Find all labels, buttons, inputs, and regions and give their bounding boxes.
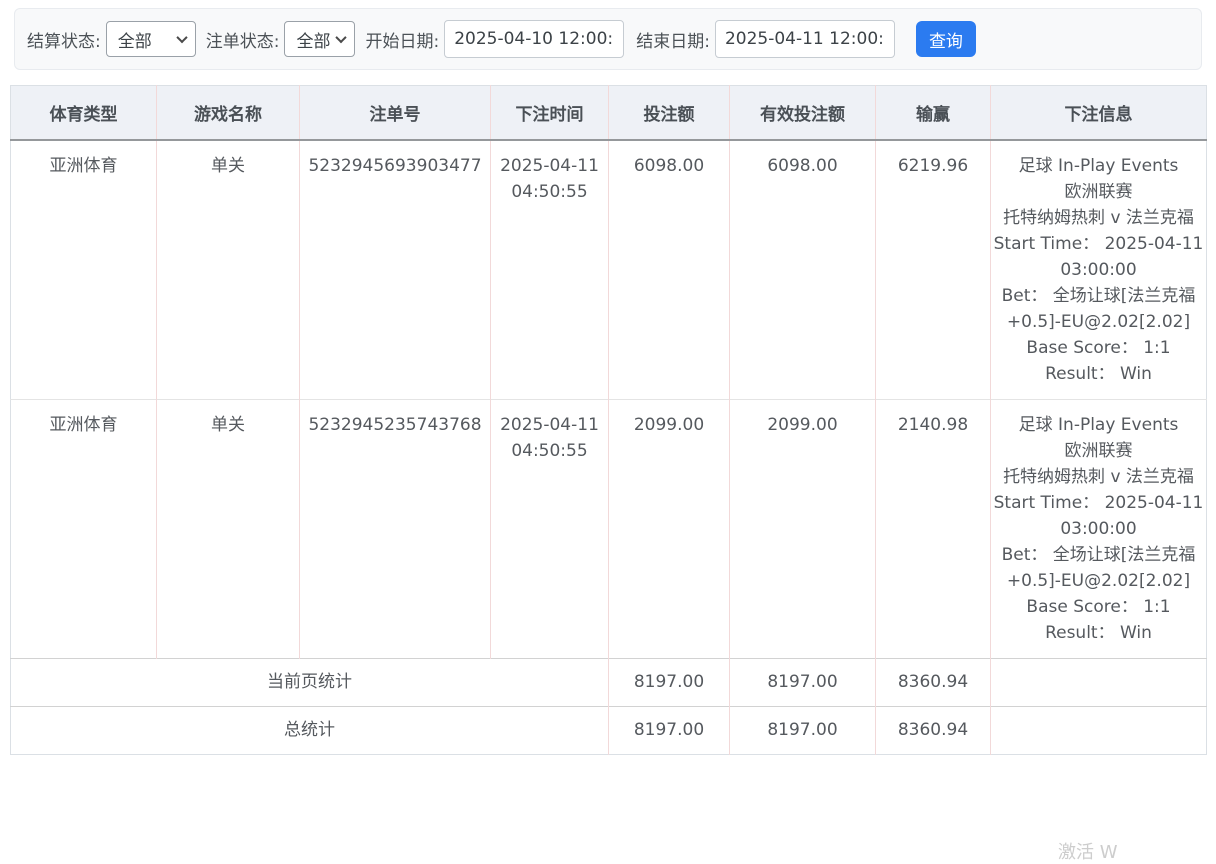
table-row: 亚洲体育 单关 5232945693903477 2025-04-11 04:5… (11, 140, 1207, 400)
column-header-bet-info: 下注信息 (991, 86, 1207, 140)
total-summary-row: 总统计 8197.00 8197.00 8360.94 (11, 706, 1207, 754)
cell-valid-bet-amount: 6098.00 (730, 140, 876, 400)
page-summary-valid-bet-amount: 8197.00 (730, 658, 876, 706)
cell-valid-bet-amount: 2099.00 (730, 399, 876, 658)
column-header-win-loss: 输赢 (876, 86, 991, 140)
bet-records-table: 体育类型 游戏名称 注单号 下注时间 投注额 有效投注额 输赢 下注信息 亚洲体… (10, 85, 1207, 755)
column-header-sport-type: 体育类型 (11, 86, 157, 140)
column-header-game-name: 游戏名称 (157, 86, 300, 140)
column-header-bet-amount: 投注额 (609, 86, 730, 140)
settlement-status-select[interactable]: 全部 (106, 21, 196, 57)
end-date-label: 结束日期: (636, 27, 710, 52)
page-summary-win-loss: 8360.94 (876, 658, 991, 706)
filter-bar: 结算状态: 全部 注单状态: 全部 开始日期: 结束日期: 查询 (14, 8, 1202, 70)
cell-sport-type: 亚洲体育 (11, 140, 157, 400)
cell-bet-info: 足球 In-Play Events 欧洲联赛 托特纳姆热刺 v 法兰克福 Sta… (991, 399, 1207, 658)
order-status-select[interactable]: 全部 (284, 21, 355, 57)
cell-bet-amount: 2099.00 (609, 399, 730, 658)
start-date-input[interactable] (444, 20, 624, 58)
settlement-status-value: 全部 (118, 27, 152, 52)
total-summary-win-loss: 8360.94 (876, 706, 991, 754)
cell-bet-amount: 6098.00 (609, 140, 730, 400)
cell-bet-id: 5232945693903477 (300, 140, 491, 400)
cell-bet-id: 5232945235743768 (300, 399, 491, 658)
cell-win-loss: 6219.96 (876, 140, 991, 400)
chevron-down-icon (176, 32, 187, 43)
cell-bet-info: 足球 In-Play Events 欧洲联赛 托特纳姆热刺 v 法兰克福 Sta… (991, 140, 1207, 400)
cell-bet-time: 2025-04-11 04:50:55 (491, 140, 609, 400)
cell-sport-type: 亚洲体育 (11, 399, 157, 658)
cell-win-loss: 2140.98 (876, 399, 991, 658)
page-summary-empty-cell (991, 658, 1207, 706)
page-summary-bet-amount: 8197.00 (609, 658, 730, 706)
column-header-bet-time: 下注时间 (491, 86, 609, 140)
total-summary-bet-amount: 8197.00 (609, 706, 730, 754)
start-date-label: 开始日期: (365, 27, 439, 52)
order-status-label: 注单状态: (206, 27, 280, 52)
total-summary-label: 总统计 (11, 706, 609, 754)
activate-windows-watermark: 激活 W (1058, 838, 1118, 864)
page-summary-row: 当前页统计 8197.00 8197.00 8360.94 (11, 658, 1207, 706)
table-row: 亚洲体育 单关 5232945235743768 2025-04-11 04:5… (11, 399, 1207, 658)
column-header-bet-id: 注单号 (300, 86, 491, 140)
settlement-status-label: 结算状态: (27, 27, 101, 52)
page-summary-label: 当前页统计 (11, 658, 609, 706)
cell-bet-time: 2025-04-11 04:50:55 (491, 399, 609, 658)
end-date-input[interactable] (715, 20, 895, 58)
table-header-row: 体育类型 游戏名称 注单号 下注时间 投注额 有效投注额 输赢 下注信息 (11, 86, 1207, 140)
query-button[interactable]: 查询 (916, 21, 976, 57)
chevron-down-icon (336, 32, 347, 43)
total-summary-empty-cell (991, 706, 1207, 754)
order-status-value: 全部 (296, 27, 330, 52)
cell-game-name: 单关 (157, 140, 300, 400)
cell-game-name: 单关 (157, 399, 300, 658)
column-header-valid-bet-amount: 有效投注额 (730, 86, 876, 140)
total-summary-valid-bet-amount: 8197.00 (730, 706, 876, 754)
